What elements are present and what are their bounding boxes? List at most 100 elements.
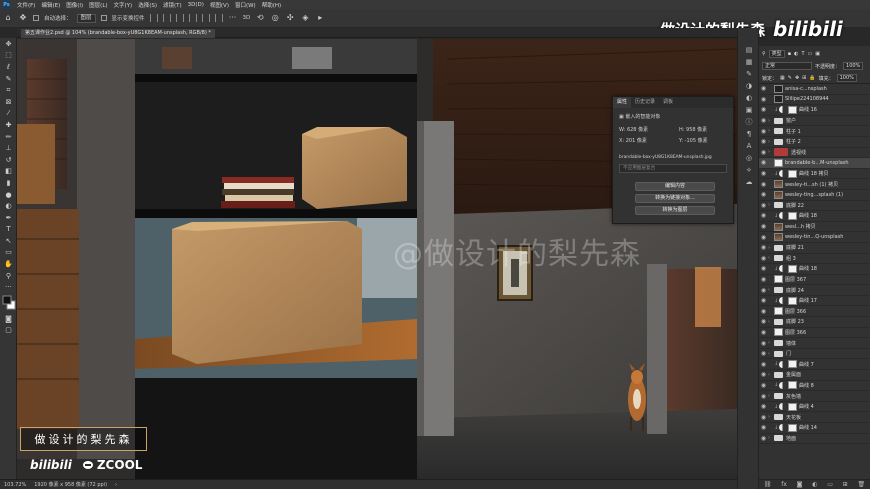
layer-row[interactable]: ◉ wesley-tin...Q-unsplash — [759, 232, 870, 243]
brush-panel-icon[interactable]: ✎ — [738, 68, 760, 80]
visibility-eye-icon[interactable]: ◉ — [759, 297, 768, 304]
color-panel-icon[interactable]: ◑ — [738, 80, 760, 92]
visibility-eye-icon[interactable]: ◉ — [759, 138, 768, 145]
y-field[interactable]: -105 像素 — [685, 138, 708, 144]
tab-properties[interactable]: 属性 — [613, 97, 632, 108]
layer-thumbnail[interactable] — [774, 190, 783, 199]
layer-row[interactable]: ◉ › 底脚 24 — [759, 285, 870, 296]
menu-image[interactable]: 图像(I) — [63, 1, 86, 9]
menu-select[interactable]: 选择(S) — [135, 1, 160, 9]
layer-mask-thumbnail[interactable] — [788, 381, 797, 390]
layer-thumbnail[interactable] — [774, 307, 783, 316]
visibility-eye-icon[interactable]: ◉ — [759, 435, 768, 442]
filter-smart-icon[interactable]: ▣ — [815, 51, 820, 57]
convert-to-layers-button[interactable]: 转换为图层 — [635, 206, 715, 215]
opacity-field[interactable]: 100% — [843, 62, 864, 70]
layer-thumbnail[interactable] — [774, 328, 783, 337]
layer-mask-thumbnail[interactable] — [788, 264, 797, 273]
visibility-eye-icon[interactable]: ◉ — [759, 85, 768, 92]
transform-controls-checkbox[interactable] — [100, 15, 107, 21]
fill-field[interactable]: 100% — [836, 74, 857, 82]
menu-type[interactable]: 文字(Y) — [111, 1, 136, 9]
zoom-tool-icon[interactable]: ⚲ — [0, 270, 17, 282]
visibility-eye-icon[interactable]: ◉ — [759, 106, 768, 113]
move-tool-icon[interactable]: ✥ — [0, 38, 17, 50]
visibility-eye-icon[interactable]: ◉ — [759, 287, 768, 294]
visibility-eye-icon[interactable]: ◉ — [759, 159, 768, 166]
3d-roll-icon[interactable]: ◎ — [270, 13, 280, 23]
screen-mode-icon[interactable]: ▢ — [0, 325, 17, 337]
visibility-eye-icon[interactable]: ◉ — [759, 382, 768, 389]
layer-row[interactable]: ◉ › 底脚 21 — [759, 243, 870, 254]
frame-tool-icon[interactable]: ⊠ — [0, 96, 17, 108]
layer-thumbnail[interactable] — [774, 275, 783, 284]
convert-to-linked-button[interactable]: 转换为链接对象... — [635, 194, 715, 203]
foreground-background-color-icon[interactable] — [2, 295, 16, 311]
menu-layer[interactable]: 图层(L) — [86, 1, 110, 9]
status-arrow-icon[interactable]: › — [115, 482, 117, 488]
layer-row[interactable]: ◉ ↓ 曲线 18 — [759, 211, 870, 222]
visibility-eye-icon[interactable]: ◉ — [759, 117, 768, 124]
layer-comp-select[interactable]: 不应用图层复合 — [619, 164, 727, 173]
new-group-icon[interactable]: ▭ — [827, 481, 833, 488]
layer-mask-thumbnail[interactable] — [788, 296, 797, 305]
visibility-eye-icon[interactable]: ◉ — [759, 414, 768, 421]
tab-history[interactable]: 历史记录 — [631, 97, 659, 108]
layer-row[interactable]: ◉ 图层 366 — [759, 306, 870, 318]
adjustments-panel-icon[interactable]: ◐ — [738, 92, 760, 104]
visibility-eye-icon[interactable]: ◉ — [759, 96, 768, 103]
dodge-tool-icon[interactable]: ◐ — [0, 200, 17, 212]
layer-kind-filter[interactable]: 类型 — [768, 50, 785, 58]
layer-row[interactable]: ◉ › 柱子 1 — [759, 126, 870, 137]
layer-mask-thumbnail[interactable] — [788, 402, 797, 411]
layer-row[interactable]: ◉ ↓ 曲线 8 — [759, 381, 870, 392]
character-panel-icon[interactable]: A — [738, 140, 760, 152]
paths-panel-icon[interactable]: ⟡ — [738, 164, 760, 176]
layer-thumbnail[interactable] — [774, 222, 783, 231]
swatches-panel-icon[interactable]: ▦ — [738, 56, 760, 68]
stamp-tool-icon[interactable]: ⊥ — [0, 142, 17, 154]
layer-row[interactable]: ◉ › 天花板 — [759, 412, 870, 423]
visibility-eye-icon[interactable]: ◉ — [759, 393, 768, 400]
menu-file[interactable]: 文件(F) — [14, 1, 38, 9]
layer-row[interactable]: ◉ › 金属面 — [759, 370, 870, 381]
visibility-eye-icon[interactable]: ◉ — [759, 202, 768, 209]
eyedropper-tool-icon[interactable]: ⁄ — [0, 108, 17, 120]
layer-row[interactable]: ◉ › 透视线 — [759, 148, 870, 159]
layer-row[interactable]: ◉ › 灰色墙 — [759, 391, 870, 402]
layer-row[interactable]: ◉ › 地面 — [759, 434, 870, 445]
layer-row[interactable]: ◉ Slilipe224108944 — [759, 95, 870, 106]
pen-tool-icon[interactable]: ✒ — [0, 212, 17, 224]
align-top-icon[interactable] — [188, 14, 197, 22]
move-tool-icon[interactable]: ✥ — [18, 13, 28, 23]
visibility-eye-icon[interactable]: ◉ — [759, 170, 768, 177]
visibility-eye-icon[interactable]: ◉ — [759, 371, 768, 378]
layer-row[interactable]: ◉ anisa-c...nsplash — [759, 84, 870, 95]
layer-row[interactable]: ◉ ↓ 曲线 18 — [759, 264, 870, 275]
lock-transparent-icon[interactable]: ▦ — [780, 75, 785, 81]
lock-all-icon[interactable]: 🔒 — [809, 75, 815, 81]
zoom-level[interactable]: 103.72% — [4, 482, 26, 488]
layer-row[interactable]: ◉ › 柱子 2 — [759, 137, 870, 148]
lasso-tool-icon[interactable]: ℓ — [0, 61, 17, 73]
layer-mask-thumbnail[interactable] — [788, 423, 797, 432]
healing-brush-icon[interactable]: ✚ — [0, 119, 17, 131]
styles-panel-icon[interactable]: ▣ — [738, 104, 760, 116]
height-field[interactable]: 958 像素 — [686, 127, 707, 133]
layer-row[interactable]: ◉ › 底脚 22 — [759, 201, 870, 212]
layer-row[interactable]: ◉ wesl...h 拷贝 — [759, 222, 870, 233]
filter-pixel-icon[interactable]: ▪ — [788, 51, 791, 57]
auto-select-dropdown[interactable]: 图层 — [76, 13, 96, 23]
lock-pixels-icon[interactable]: ✎ — [788, 75, 792, 81]
visibility-eye-icon[interactable]: ◉ — [759, 191, 768, 198]
layer-style-icon[interactable]: fx — [781, 481, 787, 488]
layer-thumbnail[interactable] — [774, 158, 783, 167]
visibility-eye-icon[interactable]: ◉ — [759, 276, 768, 283]
menu-view[interactable]: 视图(V) — [207, 1, 232, 9]
home-icon[interactable]: ⌂ — [3, 13, 13, 23]
hand-tool-icon[interactable]: ✋ — [0, 258, 17, 270]
visibility-eye-icon[interactable]: ◉ — [759, 350, 768, 357]
visibility-eye-icon[interactable]: ◉ — [759, 265, 768, 272]
layer-row[interactable]: ◉ 图层 367 — [759, 275, 870, 286]
visibility-eye-icon[interactable]: ◉ — [759, 244, 768, 251]
